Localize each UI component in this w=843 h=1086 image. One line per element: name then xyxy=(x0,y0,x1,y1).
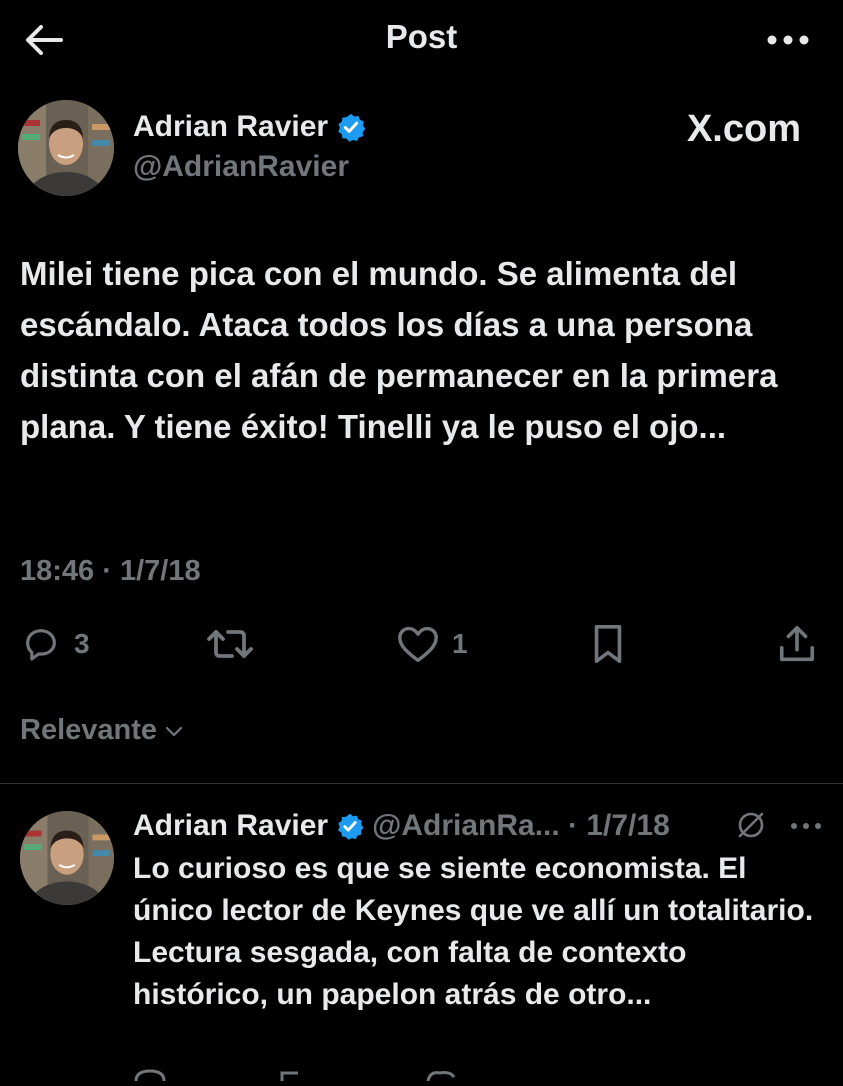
like-action[interactable]: 1 xyxy=(396,622,468,666)
reply-author-name[interactable]: Adrian Ravier xyxy=(133,809,328,843)
bookmark-icon xyxy=(594,625,622,663)
verified-badge-icon xyxy=(336,112,366,142)
ellipsis-icon xyxy=(791,823,821,829)
verified-badge-icon xyxy=(336,812,364,840)
top-bar: Post xyxy=(0,0,843,80)
author-name-text: Adrian Ravier xyxy=(133,110,329,143)
reply-text: Lo curioso es que se siente economista. … xyxy=(133,852,814,1011)
heart-icon xyxy=(398,626,438,663)
reply-author-avatar[interactable] xyxy=(20,811,114,905)
sort-dropdown[interactable]: Relevante xyxy=(20,714,187,747)
chevron-down-icon xyxy=(165,726,183,736)
bookmark-action[interactable] xyxy=(588,622,628,666)
reply-count: 3 xyxy=(74,628,90,659)
share-action[interactable] xyxy=(776,622,818,666)
reply-more-button[interactable] xyxy=(786,812,826,840)
author-name[interactable]: Adrian Ravier xyxy=(133,110,366,144)
ellipsis-icon xyxy=(767,35,809,45)
more-options-button[interactable] xyxy=(763,26,813,54)
retweet-action[interactable] xyxy=(206,622,266,666)
grok-button[interactable] xyxy=(734,808,768,842)
post-text: Milei tiene pica con el mundo. Se alimen… xyxy=(20,255,778,445)
author-avatar[interactable] xyxy=(18,100,114,196)
divider xyxy=(0,783,843,784)
like-count: 1 xyxy=(452,628,468,659)
reply-action-bar xyxy=(0,1068,843,1082)
page-title: Post xyxy=(385,18,458,55)
grok-icon xyxy=(738,812,764,838)
reply-icon xyxy=(26,629,56,661)
author-handle[interactable]: @AdrianRavier xyxy=(133,150,349,184)
post-timestamp[interactable]: 18:46 · 1/7/18 xyxy=(20,555,201,588)
reply-header: Adrian Ravier @AdrianRa... · 1/7/18 xyxy=(133,806,670,846)
sort-label: Relevante xyxy=(20,714,158,746)
reply-meta: @AdrianRa... · 1/7/18 xyxy=(372,809,670,842)
retweet-icon xyxy=(207,630,253,658)
x-watermark: X.com xyxy=(686,108,801,150)
share-icon xyxy=(779,625,815,662)
reply-action[interactable]: 3 xyxy=(20,622,90,666)
